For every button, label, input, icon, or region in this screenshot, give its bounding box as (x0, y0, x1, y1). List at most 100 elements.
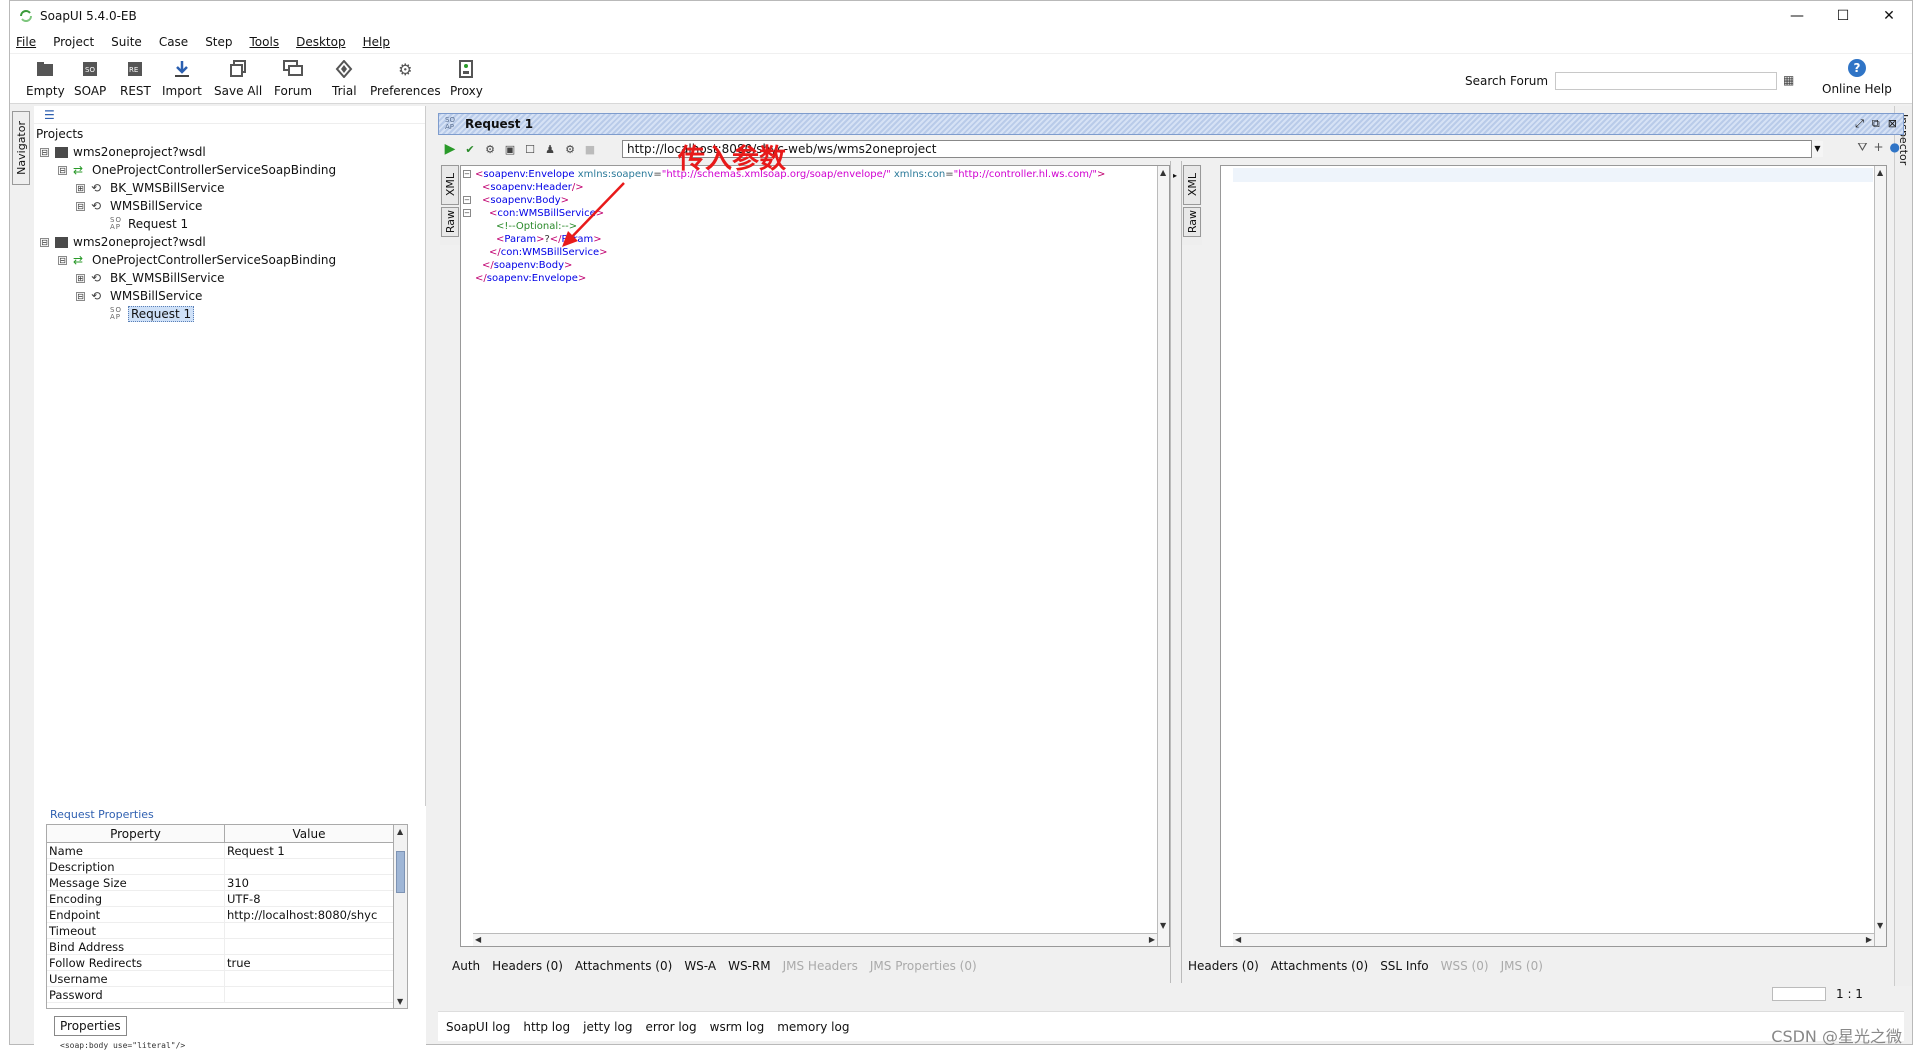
table-row[interactable]: Message Size 310 (47, 875, 407, 891)
table-row[interactable]: Follow Redirects true (47, 955, 407, 971)
property-value[interactable] (225, 971, 377, 986)
navigator-tab[interactable]: Navigator (12, 111, 30, 185)
tab-soapui-log[interactable]: SoapUI log (446, 1020, 510, 1034)
menu-help[interactable]: Help (363, 35, 390, 49)
expand-icon[interactable]: ⊞ (76, 183, 85, 193)
tab-headers[interactable]: Headers (0) (492, 959, 563, 973)
scroll-down-icon[interactable]: ▼ (1877, 921, 1883, 930)
create-empty-icon[interactable]: ⚙ (562, 141, 578, 157)
menu-file[interactable]: File (16, 35, 36, 49)
editor-horizontal-scrollbar[interactable]: ◀ ▶ (473, 933, 1157, 946)
tree-node-binding[interactable]: ⊟ ⇄ OneProjectControllerServiceSoapBindi… (58, 251, 336, 269)
rest-button[interactable]: RE REST (120, 58, 151, 98)
list-view-icon[interactable]: ☰ (44, 108, 55, 122)
forum-button[interactable]: Forum (274, 58, 312, 98)
scroll-left-icon[interactable]: ◀ (1235, 935, 1241, 944)
tree-node-project[interactable]: ⊟ wms2oneproject?wsdl (40, 233, 206, 251)
xml-line[interactable]: </soapenv:Body> (482, 259, 572, 272)
xml-line[interactable]: </soapenv:Envelope> (475, 272, 586, 285)
property-value[interactable]: true (225, 955, 377, 970)
close-editor-icon[interactable]: ⊠ (1888, 117, 1897, 131)
xml-line[interactable]: <soapenv:Body> (482, 194, 569, 207)
scroll-up-icon[interactable]: ▲ (1160, 168, 1166, 177)
menu-project[interactable]: Project (53, 35, 94, 49)
scroll-down-icon[interactable]: ▼ (397, 997, 403, 1006)
scrollbar-thumb[interactable] (396, 851, 405, 893)
property-value[interactable]: Request 1 (225, 843, 377, 858)
response-vertical-scrollbar[interactable]: ▲ ▼ (1874, 166, 1886, 946)
add-icon[interactable]: + (1873, 140, 1883, 155)
property-value[interactable] (225, 987, 377, 1002)
collapse-icon[interactable]: ⊟ (58, 255, 67, 265)
fold-icon[interactable]: − (463, 170, 471, 178)
tab-ws-rm[interactable]: WS-RM (728, 959, 771, 973)
chevron-right-icon[interactable]: ▸ (1173, 171, 1177, 180)
scroll-right-icon[interactable]: ▶ (1866, 935, 1872, 944)
tab-ws-a[interactable]: WS-A (684, 959, 716, 973)
tree-node-operation[interactable]: ⊞ ⟲ BK_WMSBillService (76, 179, 225, 197)
validate-icon[interactable]: ✔ (462, 141, 478, 157)
menu-step[interactable]: Step (205, 35, 232, 49)
tab-wsrm-log[interactable]: wsrm log (710, 1020, 765, 1034)
tab-auth[interactable]: Auth (452, 959, 480, 973)
minimize-button[interactable]: — (1774, 1, 1820, 31)
scroll-up-icon[interactable]: ▲ (397, 827, 403, 836)
tab-response-headers[interactable]: Headers (0) (1188, 959, 1259, 973)
collapse-icon[interactable]: ⊟ (40, 147, 49, 157)
tab-attachments[interactable]: Attachments (0) (575, 959, 672, 973)
import-button[interactable]: Import (162, 58, 202, 98)
xml-line[interactable]: <soapenv:Envelope xmlns:soapenv="http://… (475, 168, 1105, 181)
detach-icon[interactable]: ⧉ (1872, 117, 1880, 131)
scroll-up-icon[interactable]: ▲ (1877, 168, 1883, 177)
tab-response-raw[interactable]: Raw (1183, 207, 1201, 237)
property-value[interactable]: UTF-8 (225, 891, 377, 906)
proxy-button[interactable]: Proxy (450, 58, 483, 98)
table-row[interactable]: Description (47, 859, 407, 875)
endpoint-select[interactable]: http://localhost:8080/shyc-web/ws/wms2on… (622, 140, 1823, 158)
online-help-button[interactable]: ? Online Help (1822, 59, 1892, 96)
menu-desktop[interactable]: Desktop (296, 35, 346, 49)
cancel-icon[interactable]: ■ (582, 141, 598, 157)
scroll-left-icon[interactable]: ◀ (475, 935, 481, 944)
collapse-icon[interactable]: ⊟ (76, 291, 85, 301)
editor-splitter[interactable]: ▸ (1170, 161, 1182, 983)
response-xml-editor[interactable]: ▲ ▼ ◀ ▶ (1220, 165, 1887, 947)
tree-node-operation[interactable]: ⊟ ⟲ WMSBillService (76, 287, 202, 305)
property-value[interactable]: http://localhost:8080/shyc-w... (225, 907, 377, 922)
column-header-value[interactable]: Value (225, 825, 393, 842)
stop-icon[interactable]: ☐ (522, 141, 538, 157)
filter-icon[interactable]: ⛛ (1857, 140, 1867, 155)
tab-response-xml[interactable]: XML (1183, 165, 1201, 205)
tree-node-operation[interactable]: ⊞ ⟲ BK_WMSBillService (76, 269, 225, 287)
chevron-down-icon[interactable]: ▼ (1811, 141, 1823, 157)
tree-node-request[interactable]: SO AP Request 1 (110, 215, 188, 233)
restore-icon[interactable]: ⤢ (1855, 117, 1864, 131)
soap-action-icon[interactable]: ⚙ (482, 141, 498, 157)
tab-jetty-log[interactable]: jetty log (583, 1020, 632, 1034)
table-row[interactable]: Bind Address (47, 939, 407, 955)
preferences-button[interactable]: ⚙ Preferences (370, 58, 441, 99)
table-row[interactable]: Password (47, 987, 407, 1003)
menu-tools[interactable]: Tools (250, 35, 280, 49)
response-horizontal-scrollbar[interactable]: ◀ ▶ (1233, 933, 1874, 946)
tab-error-log[interactable]: error log (645, 1020, 696, 1034)
property-value[interactable] (225, 923, 377, 938)
scroll-down-icon[interactable]: ▼ (1160, 921, 1166, 930)
table-row[interactable]: Name Request 1 (47, 843, 407, 859)
expand-icon[interactable]: ⊞ (76, 273, 85, 283)
fold-icon[interactable]: − (463, 209, 471, 217)
user-icon[interactable]: ♟ (542, 141, 558, 157)
inspector-tab[interactable]: Inspector (1894, 106, 1912, 986)
request-xml-editor[interactable]: − − − <soapenv:Envelope xmlns:soapenv="h… (460, 165, 1170, 947)
property-value[interactable] (225, 859, 377, 874)
help-icon[interactable]: ● (1890, 140, 1900, 155)
fold-icon[interactable]: − (463, 196, 471, 204)
maximize-button[interactable]: ☐ (1820, 1, 1866, 31)
properties-button[interactable]: Properties (54, 1016, 127, 1036)
search-forum-icon[interactable]: ▦ (1783, 73, 1794, 87)
tab-response-attachments[interactable]: Attachments (0) (1271, 959, 1368, 973)
close-button[interactable]: ✕ (1866, 1, 1912, 31)
tab-request-raw[interactable]: Raw (441, 207, 459, 237)
table-row[interactable]: Username (47, 971, 407, 987)
empty-button[interactable]: Empty (26, 58, 65, 98)
